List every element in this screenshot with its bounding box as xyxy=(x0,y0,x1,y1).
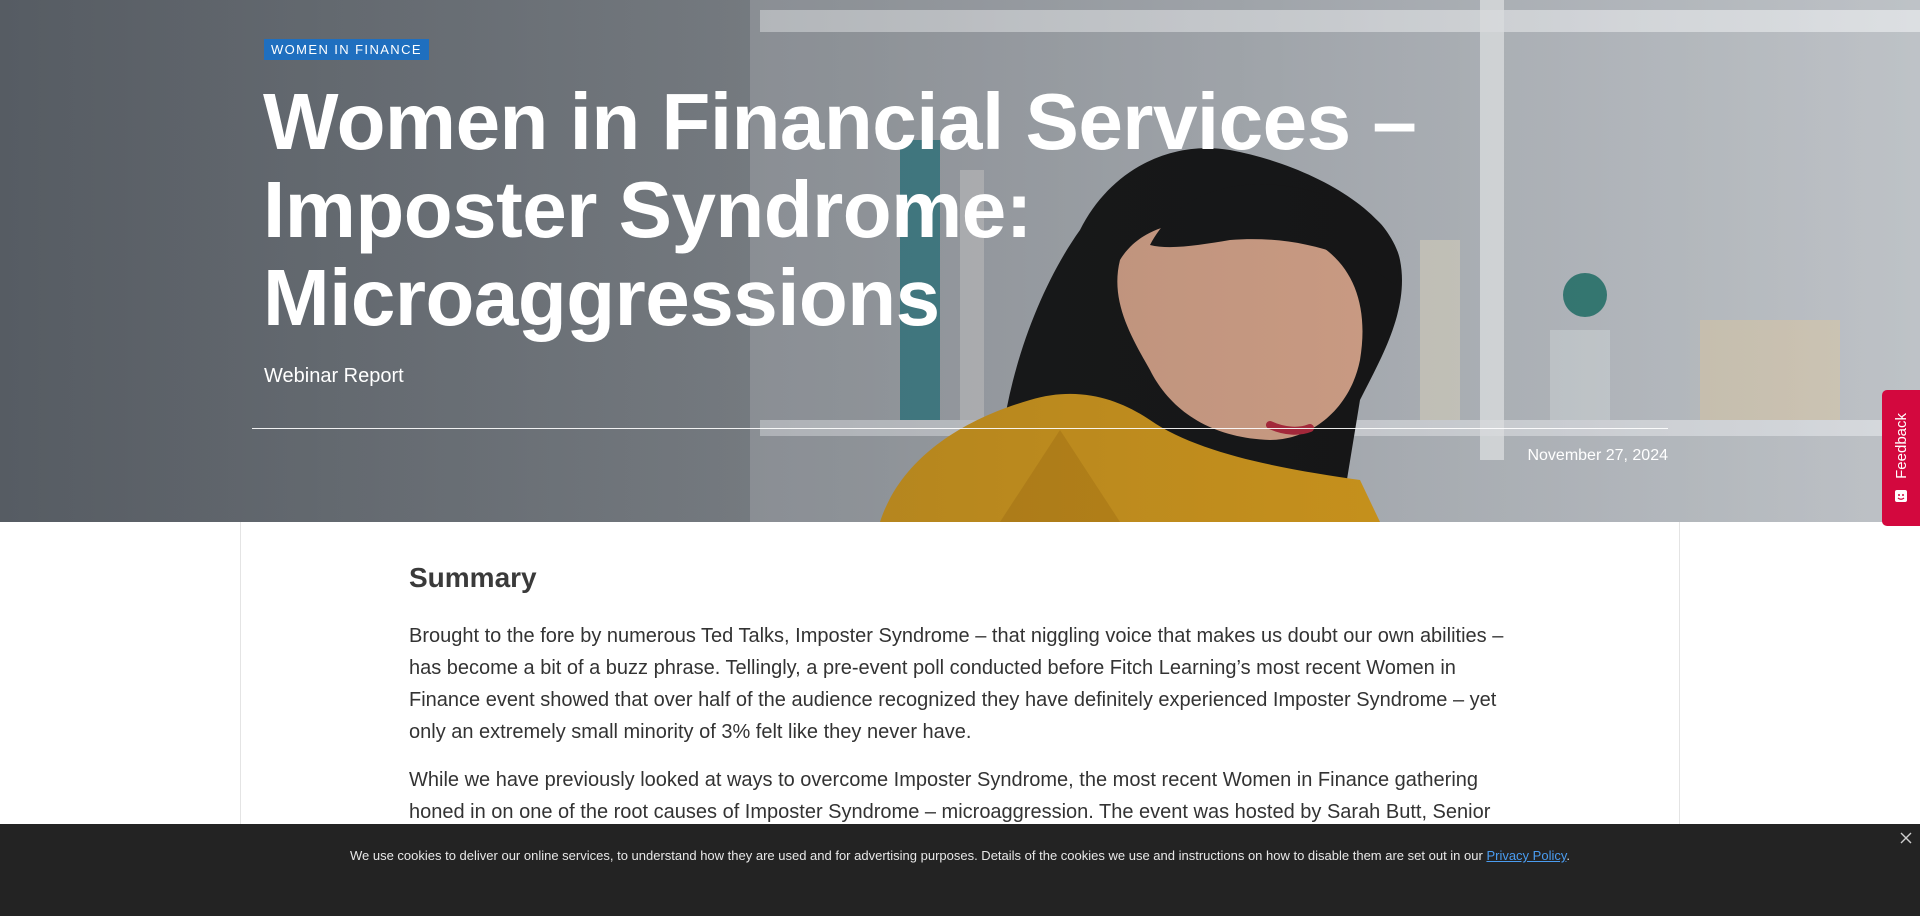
page-title: Women in Financial Services – Imposter S… xyxy=(263,77,1417,342)
feedback-label: Feedback xyxy=(1892,413,1910,479)
summary-heading: Summary xyxy=(409,562,537,593)
feedback-icon xyxy=(1895,489,1907,502)
hero-divider xyxy=(252,428,1668,429)
article-paragraph: Brought to the fore by numerous Ted Talk… xyxy=(409,625,1504,743)
hero-banner: WOMEN IN FINANCE Women in Financial Serv… xyxy=(0,0,1920,522)
cookie-text: We use cookies to deliver our online ser… xyxy=(349,848,1483,863)
cookie-text-end: . xyxy=(1566,848,1571,863)
feedback-button[interactable]: Feedback xyxy=(1882,390,1920,526)
publish-date: November 27, 2024 xyxy=(1527,447,1668,464)
category-tag[interactable]: WOMEN IN FINANCE xyxy=(264,39,429,60)
page-subtitle: Webinar Report xyxy=(264,365,404,387)
cookie-banner: We use cookies to deliver our online ser… xyxy=(0,824,1920,916)
privacy-policy-link[interactable]: Privacy Policy xyxy=(1486,848,1566,863)
close-icon[interactable] xyxy=(1898,830,1914,846)
cookie-message: We use cookies to deliver our online ser… xyxy=(0,848,1920,863)
article-paragraph: While we have previously looked at ways … xyxy=(409,769,1491,823)
